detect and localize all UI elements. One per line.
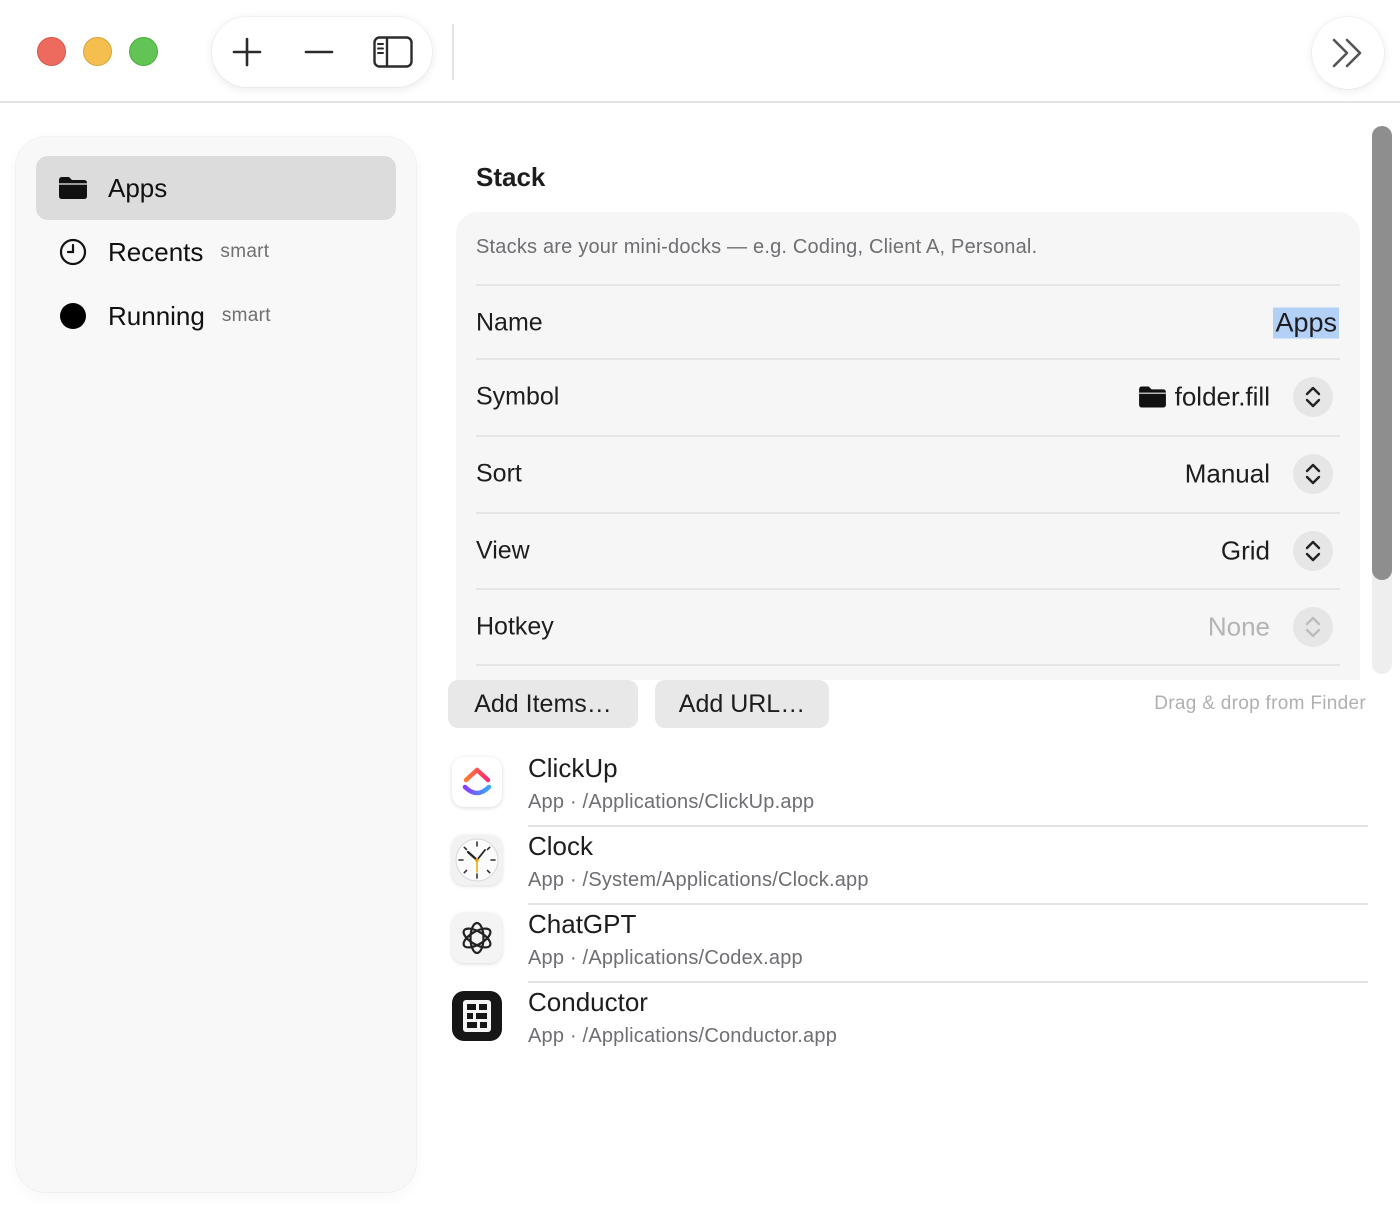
add-items-button[interactable]: Add Items… [448, 680, 638, 728]
list-item[interactable]: Conductor App · /Applications/Conductor.… [448, 983, 1368, 1061]
stack-settings-form: Stacks are your mini-docks — e.g. Coding… [456, 212, 1360, 680]
double-chevron-right-icon [1332, 38, 1362, 68]
folder-icon [1138, 386, 1166, 408]
add-url-button[interactable]: Add URL… [655, 680, 829, 728]
up-down-chevron-icon [1305, 463, 1321, 485]
clock-icon [58, 237, 88, 267]
app-name: Clock [528, 831, 594, 861]
zoom-window-button[interactable] [129, 37, 158, 66]
sort-label: Sort [476, 459, 522, 488]
hotkey-label: Hotkey [476, 612, 554, 641]
toolbar-divider [452, 24, 454, 80]
form-separator [476, 664, 1340, 666]
app-path: App · /Applications/Codex.app [528, 947, 803, 969]
up-down-chevron-icon [1305, 386, 1321, 408]
add-stack-button[interactable] [224, 29, 270, 75]
sidebar-item-running[interactable]: Running smart [36, 284, 396, 348]
clock-app-icon [452, 835, 502, 885]
minimize-window-button[interactable] [83, 37, 112, 66]
symbol-value: folder.fill [1138, 382, 1270, 413]
symbol-stepper[interactable] [1293, 377, 1333, 417]
sort-stepper[interactable] [1293, 454, 1333, 494]
app-path: App · /System/Applications/Clock.app [528, 869, 869, 891]
sidebar-item-apps[interactable]: Apps [36, 156, 396, 220]
filled-circle-icon [58, 301, 88, 331]
list-item[interactable]: ChatGPT App · /Applications/Codex.app [448, 905, 1368, 983]
drag-drop-hint: Drag & drop from Finder [1154, 693, 1366, 714]
hotkey-value: None [1207, 611, 1270, 642]
conductor-icon [452, 991, 502, 1041]
sidebar-item-label: Recents [108, 236, 204, 267]
title-bar [0, 0, 1400, 103]
section-title: Stack [476, 162, 546, 192]
chatgpt-icon [452, 913, 502, 963]
app-path: App · /Applications/Conductor.app [528, 1025, 838, 1047]
smart-tag: smart [220, 241, 270, 262]
list-item[interactable]: ClickUp App · /Applications/ClickUp.app [448, 749, 1368, 827]
symbol-value-text: folder.fill [1174, 381, 1270, 412]
form-description: Stacks are your mini-docks — e.g. Coding… [476, 236, 1038, 258]
forward-button[interactable] [1312, 17, 1384, 89]
scrollbar-thumb[interactable] [1372, 126, 1392, 580]
view-stepper[interactable] [1293, 531, 1333, 571]
sidebar-item-label: Apps [108, 172, 168, 203]
view-row: View Grid [476, 514, 1340, 588]
hotkey-row: Hotkey None [476, 590, 1340, 664]
minus-icon [304, 50, 334, 54]
app-name: ClickUp [528, 753, 618, 783]
name-label: Name [476, 308, 543, 337]
sidebar-item-recents[interactable]: Recents smart [36, 220, 396, 284]
symbol-row: Symbol folder.fill [476, 360, 1340, 434]
name-field[interactable]: Apps [1273, 307, 1339, 339]
up-down-chevron-icon [1305, 540, 1321, 562]
list-item[interactable]: Clock App · /System/Applications/Clock.a… [448, 827, 1368, 905]
app-path: App · /Applications/ClickUp.app [528, 791, 815, 813]
folder-icon [58, 173, 88, 203]
hotkey-stepper[interactable] [1293, 607, 1333, 647]
app-name: Conductor [528, 987, 648, 1017]
toggle-sidebar-button[interactable] [370, 29, 416, 75]
smart-tag: smart [221, 305, 271, 326]
plus-icon [232, 37, 262, 67]
sidebar-icon [373, 36, 413, 68]
sidebar-item-label: Running [108, 300, 205, 331]
symbol-label: Symbol [476, 382, 560, 411]
name-row: Name Apps [476, 286, 1340, 360]
view-value: Grid [1220, 535, 1270, 566]
remove-stack-button[interactable] [296, 29, 342, 75]
up-down-chevron-icon [1305, 616, 1321, 638]
sort-value: Manual [1184, 458, 1270, 489]
sidebar: Apps Recents smart Running smart [16, 137, 416, 1192]
toolbar-group [212, 17, 432, 87]
app-name: ChatGPT [528, 909, 637, 939]
sort-row: Sort Manual [476, 437, 1340, 511]
close-window-button[interactable] [37, 37, 66, 66]
clickup-icon [452, 757, 502, 807]
view-label: View [476, 536, 530, 565]
